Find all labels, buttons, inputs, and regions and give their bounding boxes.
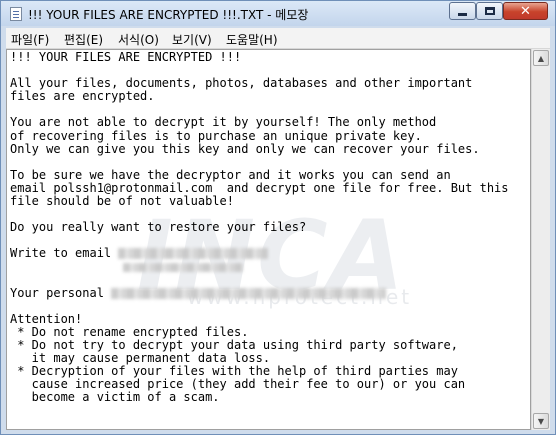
menu-format[interactable]: 서식(O)	[118, 31, 159, 48]
email-label: Write to email	[10, 246, 119, 261]
menu-bar: 파일(F) 편집(E) 서식(O) 보기(V) 도움말(H)	[6, 28, 550, 49]
text-line	[10, 261, 509, 274]
text-line: You are not able to decrypt it by yourse…	[10, 115, 437, 130]
text-line: become a victim of a scam.	[10, 390, 220, 405]
maximize-button[interactable]	[476, 2, 503, 20]
close-icon: ✕	[520, 3, 531, 19]
scroll-track[interactable]	[533, 67, 549, 410]
personal-id-label: Your personal	[10, 285, 112, 300]
redacted-email-2	[123, 262, 243, 272]
text-line: files are encrypted.	[10, 89, 155, 104]
arrow-down-icon: ▼	[537, 416, 545, 426]
text-line	[10, 156, 509, 169]
menu-edit[interactable]: 편집(E)	[64, 31, 103, 48]
document-text: !!! YOUR FILES ARE ENCRYPTED !!! All you…	[10, 50, 509, 405]
text-line: Your personal	[10, 285, 509, 300]
text-line: of recovering files is to purchase an un…	[10, 128, 422, 143]
menu-view[interactable]: 보기(V)	[172, 31, 212, 48]
text-line: Attention!	[10, 311, 83, 326]
arrow-up-icon: ▲	[537, 53, 545, 63]
vertical-scrollbar[interactable]: ▲ ▼	[531, 49, 550, 430]
minimize-icon	[458, 13, 467, 16]
close-button[interactable]: ✕	[503, 2, 548, 20]
maximize-icon	[484, 7, 495, 15]
text-line: !!! YOUR FILES ARE ENCRYPTED !!!	[10, 50, 242, 64]
text-editor[interactable]: INCA www.nprotect.net !!! YOUR FILES ARE…	[6, 49, 531, 430]
window-title: !!! YOUR FILES ARE ENCRYPTED !!!.TXT - 메…	[28, 8, 309, 22]
text-line: To be sure we have the decryptor and it …	[10, 167, 451, 182]
menu-file[interactable]: 파일(F)	[11, 31, 49, 48]
notepad-window: !!! YOUR FILES ARE ENCRYPTED !!!.TXT - 메…	[0, 0, 556, 435]
text-line	[10, 300, 509, 313]
text-line: Write to email	[10, 247, 509, 260]
redacted-personal-id	[111, 287, 387, 299]
text-line: file should be of not valuable!	[10, 194, 234, 209]
text-line: Do you really want to restore your files…	[10, 220, 307, 235]
notepad-icon	[10, 7, 22, 21]
menu-help[interactable]: 도움말(H)	[226, 31, 278, 48]
minimize-button[interactable]	[449, 2, 476, 20]
scroll-down-button[interactable]: ▼	[533, 413, 549, 429]
text-line: Only we can give you this key and only w…	[10, 141, 480, 156]
scroll-up-button[interactable]: ▲	[533, 50, 549, 66]
title-bar[interactable]: !!! YOUR FILES ARE ENCRYPTED !!!.TXT - 메…	[1, 1, 555, 26]
redacted-email	[118, 248, 269, 260]
